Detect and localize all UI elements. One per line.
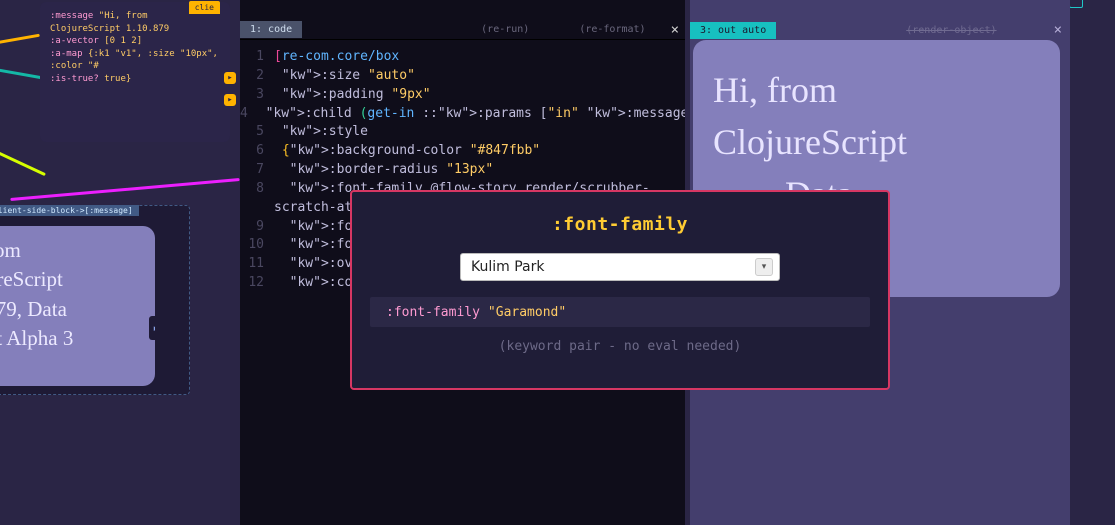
select-value: Kulim Park [471,259,544,275]
wire [0,34,40,46]
node-label: clie [189,1,220,14]
pair-value: "Garamond" [488,305,566,320]
output-tabs: 3: out auto (render-object) × [690,20,1070,40]
tab-render-object[interactable]: (render-object) [906,25,996,36]
tab-reformat[interactable]: (re-format) [579,24,645,35]
keyword-pair-display: :font-family "Garamond" [370,297,870,327]
close-icon[interactable]: × [671,22,679,38]
popup-hint: (keyword pair - no eval needed) [499,339,742,354]
editor-tabs: 1: code (re-run) (re-format) × [240,20,685,40]
pair-key: :font-family [386,305,480,320]
graph-node[interactable]: clie :message "Hi, from ClojureScript 1.… [40,2,230,142]
scrubber-popup: :font-family Kulim Park ▾ :font-family "… [350,190,890,390]
view-icon[interactable] [1069,0,1083,8]
expand-handle[interactable]: ▸ [149,316,155,340]
preview-text: fromjureScript.879, Databit Alpha 3 [0,238,73,350]
wire [10,178,239,201]
tab-rerun[interactable]: (re-run) [481,24,529,35]
tab-out[interactable]: 3: out auto [690,22,776,39]
node-port[interactable]: ▸ [224,94,236,106]
font-family-select[interactable]: Kulim Park ▾ [460,253,780,281]
dashed-label: client-side-block->[:message] [0,205,139,216]
node-code: :message "Hi, from ClojureScript 1.10.87… [50,10,220,86]
chevron-down-icon: ▾ [755,258,773,276]
node-port[interactable]: ▸ [224,72,236,84]
wire [0,149,46,176]
flow-graph: clie :message "Hi, from ClojureScript 1.… [0,0,240,525]
preview-card: fromjureScript.879, Databit Alpha 3 ▸ [0,226,155,386]
popup-title: :font-family [552,214,688,235]
wire [0,67,45,80]
close-icon[interactable]: × [1054,22,1062,38]
tab-code[interactable]: 1: code [240,21,302,38]
